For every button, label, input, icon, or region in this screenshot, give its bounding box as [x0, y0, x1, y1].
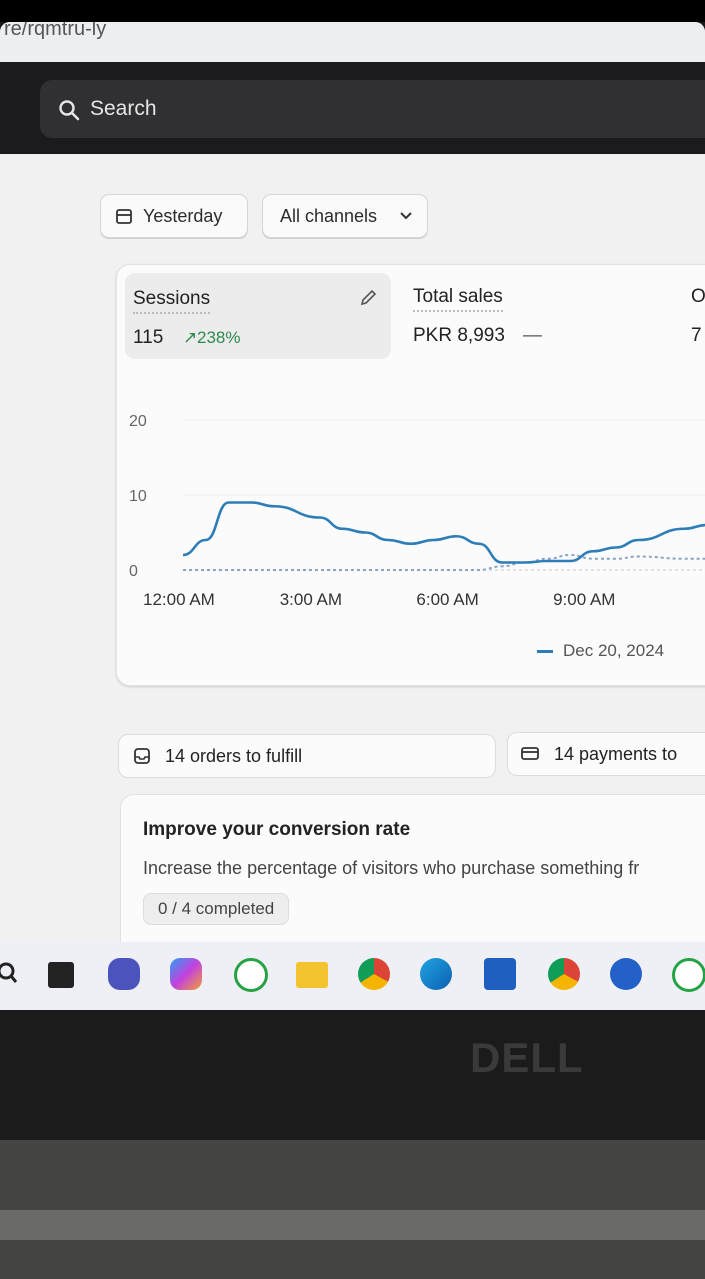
setup-title: Improve your conversion rate: [143, 819, 411, 840]
whatsapp-icon[interactable]: [234, 958, 268, 992]
payments-label: 14 payments to: [554, 744, 678, 764]
x-tick-label: 3:00 AM: [280, 590, 342, 609]
metric-title: Sessions: [133, 288, 211, 314]
url-text: re/rqmtru-ly: [4, 22, 107, 40]
analytics-card: Sessions 115 ↗ 238% Total sales PKR 8,99…: [116, 264, 705, 686]
sessions-series-line: [182, 501, 705, 564]
edit-icon[interactable]: [357, 287, 379, 309]
inbox-icon: [134, 748, 150, 764]
laptop-hinge: [0, 1210, 705, 1240]
date-range-label: Yesterday: [143, 206, 223, 226]
metric-change: 238%: [197, 328, 241, 347]
x-tick-label: 6:00 AM: [416, 590, 478, 609]
camera-notch-area: [0, 0, 705, 22]
comparison-series-line: [183, 553, 705, 571]
address-bar[interactable]: re/rqmtru-ly: [0, 22, 705, 62]
card-icon: [521, 747, 539, 760]
copilot-icon[interactable]: [170, 958, 202, 990]
windows-search-icon[interactable]: [0, 958, 28, 990]
file-explorer-icon[interactable]: [296, 962, 328, 988]
chart-legend: Dec 20, 2024: [537, 641, 664, 661]
setup-progress-badge: 0 / 4 completed: [143, 893, 290, 925]
conversion-setup-card[interactable]: Improve your conversion rate Increase th…: [120, 794, 705, 966]
laptop-bezel: DELL: [0, 1010, 705, 1140]
chrome-icon[interactable]: [358, 958, 390, 990]
payments-button[interactable]: 14 payments to: [507, 732, 705, 776]
metric-value: 7: [691, 325, 702, 346]
metric-title: O: [691, 286, 705, 307]
x-tick-label: 9:00 AM: [553, 590, 615, 609]
search-icon: [58, 99, 80, 126]
legend-swatch: [537, 650, 553, 654]
chrome-icon-2[interactable]: [548, 958, 580, 990]
calendar-icon: [116, 209, 132, 224]
y-tick-label: 10: [129, 488, 147, 505]
edge-icon[interactable]: [420, 958, 452, 990]
task-view-icon[interactable]: [48, 962, 74, 988]
dashboard-content: Yesterday All channels Sessions 115 ↗ 23…: [0, 154, 705, 966]
whatsapp-icon-2[interactable]: [672, 958, 705, 992]
y-tick-label: 20: [129, 413, 147, 430]
legend-label: Dec 20, 2024: [563, 641, 665, 660]
x-tick-label: 12:00 AM: [143, 590, 215, 609]
date-range-button[interactable]: Yesterday: [100, 194, 248, 238]
metric-title: Total sales: [413, 286, 503, 312]
change-up-icon: ↗: [183, 328, 198, 347]
chevron-down-icon: [400, 212, 412, 220]
brand-logo: DELL: [470, 1034, 584, 1081]
app-icon[interactable]: [610, 958, 642, 990]
sessions-line-chart: 0 10 20 12:00 AM 3:00 AM 6:00 AM 9:00 AM: [129, 413, 705, 609]
laptop-screen: re/rqmtru-ly Search Yesterday All channe…: [0, 22, 705, 1010]
orders-label: 14 orders to fulfill: [165, 746, 303, 766]
teams-icon[interactable]: [108, 958, 140, 990]
metric-value: PKR 8,993: [413, 325, 505, 346]
channels-dropdown[interactable]: All channels: [262, 194, 428, 238]
search-placeholder: Search: [90, 97, 157, 120]
setup-description: Increase the percentage of visitors who …: [143, 858, 640, 878]
store-icon[interactable]: [484, 958, 516, 990]
y-tick-label: 0: [129, 563, 138, 580]
metric-change: —: [523, 325, 542, 346]
admin-top-bar: Search: [0, 62, 705, 154]
channels-label: All channels: [280, 206, 378, 226]
metric-tab-sessions[interactable]: Sessions 115 ↗ 238%: [125, 273, 391, 359]
search-bar[interactable]: Search: [40, 80, 705, 138]
metric-value: 115: [133, 327, 164, 348]
windows-taskbar: [0, 942, 705, 1010]
orders-to-fulfill-button[interactable]: 14 orders to fulfill: [118, 734, 496, 778]
